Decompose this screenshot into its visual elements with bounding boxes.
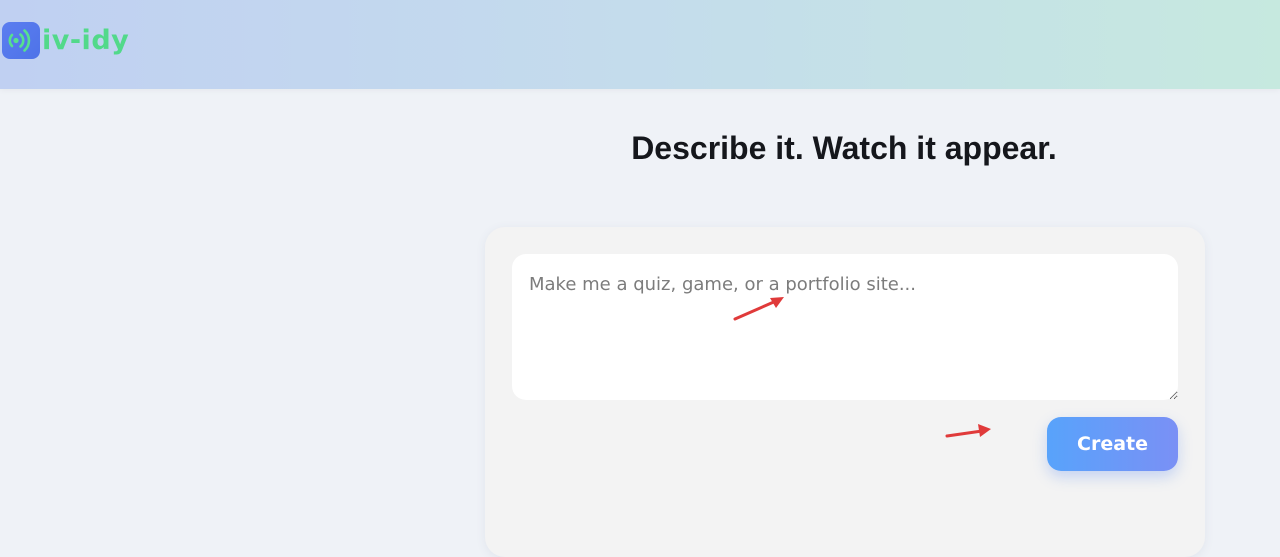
prompt-panel: Create [485, 227, 1205, 557]
annotation-arrow-create [945, 424, 991, 438]
create-button[interactable]: Create [1047, 417, 1178, 471]
annotation-arrow-prompt [733, 297, 784, 321]
top-header: iv-idy [0, 0, 1280, 89]
site-logo[interactable]: iv-idy [2, 21, 129, 59]
page-headline: Describe it. Watch it appear. [631, 130, 1057, 166]
broadcast-icon [2, 21, 40, 59]
logo-text: iv-idy [42, 24, 130, 56]
prompt-input[interactable] [512, 254, 1178, 400]
